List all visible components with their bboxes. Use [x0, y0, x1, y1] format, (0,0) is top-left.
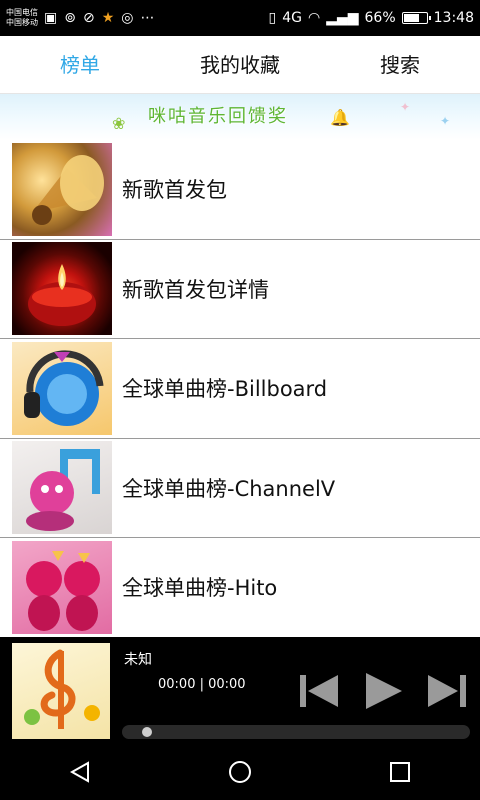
- list-item-label: 新歌首发包详情: [122, 277, 269, 302]
- music-note-icon: [26, 449, 100, 532]
- tab-charts[interactable]: 榜单: [0, 36, 160, 94]
- list-item[interactable]: 全球单曲榜-ChannelV: [0, 439, 480, 538]
- star-icon: ★: [101, 10, 115, 26]
- banner-text: 咪咕音乐回馈奖: [148, 106, 288, 127]
- chat-icon: ◎: [121, 10, 134, 26]
- treble-clef-icon: [24, 649, 100, 729]
- progress-bar[interactable]: [122, 725, 470, 739]
- sparkle-icon: ✦: [440, 114, 451, 128]
- compass-icon: ⊘: [82, 10, 95, 26]
- home-button[interactable]: [210, 752, 270, 792]
- tab-search[interactable]: 搜索: [320, 36, 480, 94]
- tab-bar: 榜单 我的收藏 搜索: [0, 36, 480, 94]
- list-item-label: 全球单曲榜-Billboard: [122, 377, 328, 402]
- list-item[interactable]: 全球单曲榜-Billboard: [0, 339, 480, 439]
- signal-icon: ▂▄▆: [326, 10, 359, 26]
- list-item[interactable]: 全球单曲榜-Hito: [0, 538, 480, 637]
- song-title: 未知: [124, 652, 152, 668]
- wifi-icon: ◠: [307, 10, 321, 26]
- carrier-info: 中国电信 中国移动: [6, 8, 38, 28]
- carrier-2: 中国移动: [6, 18, 38, 27]
- list-item[interactable]: 新歌首发包详情: [0, 240, 480, 339]
- horn-icon: [32, 154, 104, 225]
- couple-thumbnail: [12, 540, 112, 634]
- status-right: ▯ 4G ◠ ▂▄▆ 66% 13:48: [269, 10, 475, 26]
- chart-list: 新歌首发包 新歌首发包详情 全球单曲榜-Billboard 全球单曲榜-Chan…: [0, 140, 480, 637]
- list-item-label: 新歌首发包: [122, 178, 227, 203]
- battery-icon: [401, 12, 431, 24]
- notification-icons: ▣ ⊚ ⊘ ★ ◎ ⋯: [44, 10, 154, 26]
- carrier-1: 中国电信: [6, 8, 38, 17]
- bell-icon: 🔔: [330, 108, 350, 127]
- browser-icon: ⊚: [64, 10, 76, 26]
- navigation-bar: [0, 744, 480, 800]
- list-item-label: 全球单曲榜-Hito: [122, 576, 278, 601]
- music-player: 未知 00:00 | 00:00: [0, 637, 480, 744]
- next-icon: [428, 675, 466, 707]
- battery-percent: 66%: [364, 10, 396, 26]
- couple-icon: [26, 550, 100, 631]
- promo-banner[interactable]: ❀ 咪咕音乐回馈奖 🔔 ✦ ✦: [0, 94, 480, 140]
- gramophone-thumbnail: [12, 142, 112, 236]
- candle-thumbnail: [12, 242, 112, 336]
- leaf-icon: ❀: [112, 114, 126, 133]
- music-character-thumbnail: [12, 441, 112, 535]
- headphones-thumbnail: [12, 341, 112, 435]
- candle-icon: [28, 264, 96, 327]
- more-icon: ⋯: [140, 10, 155, 26]
- previous-button[interactable]: [298, 671, 340, 715]
- recents-icon: [390, 762, 410, 782]
- list-item[interactable]: 新歌首发包: [0, 140, 480, 240]
- recents-button[interactable]: [370, 752, 430, 792]
- network-type: 4G: [282, 10, 302, 26]
- playback-time: 00:00 | 00:00: [158, 677, 246, 692]
- progress-knob[interactable]: [142, 727, 152, 737]
- play-icon: [366, 673, 402, 709]
- home-icon: [229, 761, 251, 783]
- clock: 13:48: [433, 10, 474, 26]
- tab-favorites[interactable]: 我的收藏: [160, 36, 320, 94]
- back-icon: [69, 761, 89, 783]
- sparkle-icon: ✦: [400, 100, 411, 114]
- vibrate-icon: ▯: [268, 10, 277, 26]
- back-button[interactable]: [50, 752, 110, 792]
- headphones-icon: [24, 350, 104, 426]
- list-item-label: 全球单曲榜-ChannelV: [122, 476, 336, 501]
- play-button[interactable]: [362, 671, 404, 715]
- album-art: [12, 643, 110, 739]
- next-button[interactable]: [426, 671, 468, 715]
- status-bar: 中国电信 中国移动 ▣ ⊚ ⊘ ★ ◎ ⋯ ▯ 4G ◠ ▂▄▆ 66% 13:…: [0, 0, 480, 36]
- previous-icon: [300, 675, 338, 707]
- gallery-icon: ▣: [44, 10, 58, 26]
